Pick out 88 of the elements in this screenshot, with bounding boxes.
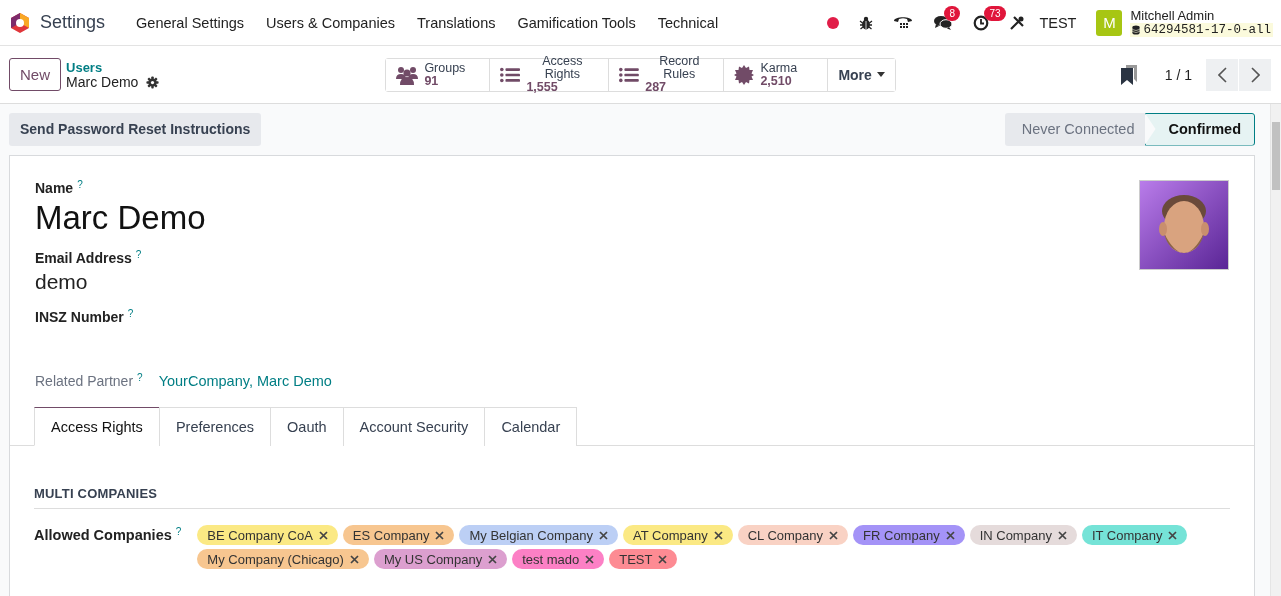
app-logo-icon[interactable] [10, 11, 30, 34]
database-name: 64294581-17-0-all [1143, 23, 1271, 37]
stat-value: 2,510 [760, 74, 792, 88]
name-field[interactable]: Marc Demo [35, 199, 1139, 237]
previous-button[interactable] [1206, 58, 1238, 91]
chevron-right-icon [1250, 66, 1260, 83]
company-name[interactable]: TEST [1039, 14, 1077, 31]
record-title: Marc Demo [66, 74, 139, 90]
field-label: Email Address [35, 250, 132, 266]
send-reset-button[interactable]: Send Password Reset Instructions [9, 112, 262, 146]
stat-label: Access Rights [541, 55, 584, 81]
remove-icon[interactable] [585, 554, 595, 564]
remove-icon[interactable] [829, 530, 839, 540]
remove-icon[interactable] [713, 530, 723, 540]
activity-count-badge: 73 [984, 5, 1006, 21]
field-label: INSZ Number [35, 309, 124, 325]
recording-dot-icon[interactable] [827, 16, 840, 29]
stat-value: 91 [424, 74, 439, 88]
remove-icon[interactable] [1057, 530, 1067, 540]
scrollbar[interactable] [1270, 104, 1281, 596]
help-mark[interactable]: ? [77, 180, 83, 190]
breadcrumb-link[interactable]: Users [66, 59, 160, 75]
stat-label: Karma [760, 61, 798, 75]
remove-icon[interactable] [488, 554, 498, 564]
tag-label: BE Company CoA [207, 527, 313, 543]
status-stage[interactable]: Confirmed [1144, 112, 1255, 146]
menu-item[interactable]: Technical [657, 14, 719, 31]
remove-icon[interactable] [945, 530, 955, 540]
help-mark[interactable]: ? [137, 373, 143, 383]
remove-icon[interactable] [349, 554, 359, 564]
badge-icon [734, 64, 755, 85]
status-stage[interactable]: Never Connected [1004, 112, 1145, 146]
stat-button[interactable]: Groups 91 [386, 58, 491, 91]
tag-label: IT Company [1091, 527, 1163, 543]
menu-item[interactable]: Translations [417, 14, 496, 31]
menu-item[interactable]: Users & Companies [266, 14, 395, 31]
field-label: Allowed Companies [34, 527, 172, 543]
people-icon [396, 64, 419, 85]
tab[interactable]: Preferences [158, 407, 272, 446]
settings-icon[interactable] [146, 75, 160, 89]
next-button[interactable] [1239, 58, 1271, 91]
menu-item[interactable]: General Settings [136, 14, 245, 31]
app-name[interactable]: Settings [40, 12, 106, 33]
list-icon [500, 65, 521, 84]
pager-value[interactable]: 1 / 1 [1164, 66, 1192, 83]
tag-label: My Belgian Company [469, 527, 593, 543]
message-count-badge: 8 [944, 5, 960, 21]
tag-label: IN Company [979, 527, 1052, 543]
tag-label: test mado [522, 551, 580, 567]
tab[interactable]: Calendar [484, 407, 578, 446]
section-title: MULTI COMPANIES [34, 486, 1230, 509]
stat-value: 1,555 [526, 81, 558, 94]
tag-label: TEST [619, 551, 653, 567]
tab[interactable]: Access Rights [34, 407, 160, 446]
tools-icon[interactable] [1009, 14, 1026, 31]
help-mark[interactable]: ? [135, 250, 142, 260]
email-field[interactable]: demo [35, 269, 1139, 295]
stat-label: Record Rules [658, 55, 701, 81]
menu-item[interactable]: Gamification Tools [517, 14, 636, 31]
help-mark[interactable]: ? [175, 527, 182, 537]
bug-icon[interactable] [859, 15, 874, 30]
remove-icon[interactable] [1168, 530, 1178, 540]
help-mark[interactable]: ? [127, 309, 134, 319]
tag-label: ES Company [352, 527, 430, 543]
tag-label: CL Company [747, 527, 824, 543]
phone-icon[interactable] [893, 14, 914, 31]
field-label: Related Partner [35, 373, 134, 389]
tag-label: AT Company [633, 527, 708, 543]
user-name[interactable]: Mitchell Admin [1130, 8, 1273, 23]
stat-value: 287 [645, 81, 667, 94]
tag-label: My US Company [383, 551, 483, 567]
caret-icon [876, 72, 885, 77]
list-icon [619, 65, 640, 84]
new-button[interactable]: New [9, 58, 61, 91]
partner-link[interactable]: YourCompany, Marc Demo [158, 373, 332, 389]
bookmark-icon[interactable] [1120, 64, 1137, 85]
stat-label: Groups [424, 61, 466, 75]
field-label: Name [35, 180, 74, 196]
remove-icon[interactable] [599, 530, 608, 540]
chevron-left-icon [1217, 66, 1227, 83]
clock-icon[interactable] [973, 14, 990, 31]
tag-label: My Company (Chicago) [207, 551, 344, 567]
remove-icon[interactable] [318, 530, 328, 540]
remove-icon[interactable] [435, 530, 445, 540]
tab[interactable]: Oauth [270, 407, 344, 446]
tag-label: FR Company [863, 527, 940, 543]
remove-icon[interactable] [658, 554, 668, 564]
tab[interactable]: Account Security [342, 407, 486, 446]
